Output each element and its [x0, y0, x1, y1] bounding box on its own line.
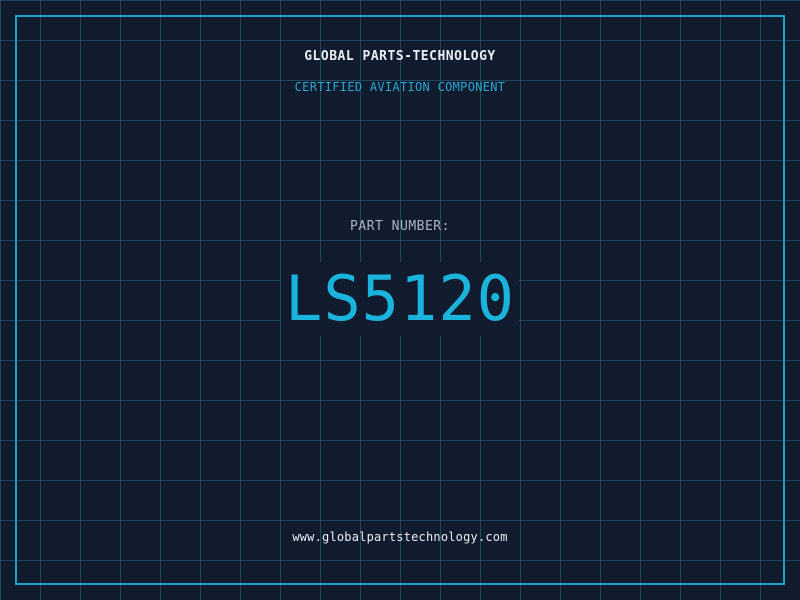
label-canvas: GLOBAL PARTS-TECHNOLOGY CERTIFIED AVIATI… — [0, 0, 800, 600]
part-number-container: LS5120 — [0, 262, 800, 336]
certification-subtitle: CERTIFIED AVIATION COMPONENT — [294, 80, 506, 94]
website-url: www.globalpartstechnology.com — [292, 530, 508, 544]
part-number-label: PART NUMBER: — [350, 219, 450, 234]
company-name: GLOBAL PARTS-TECHNOLOGY — [304, 49, 496, 64]
part-number-value: LS5120 — [281, 262, 519, 336]
